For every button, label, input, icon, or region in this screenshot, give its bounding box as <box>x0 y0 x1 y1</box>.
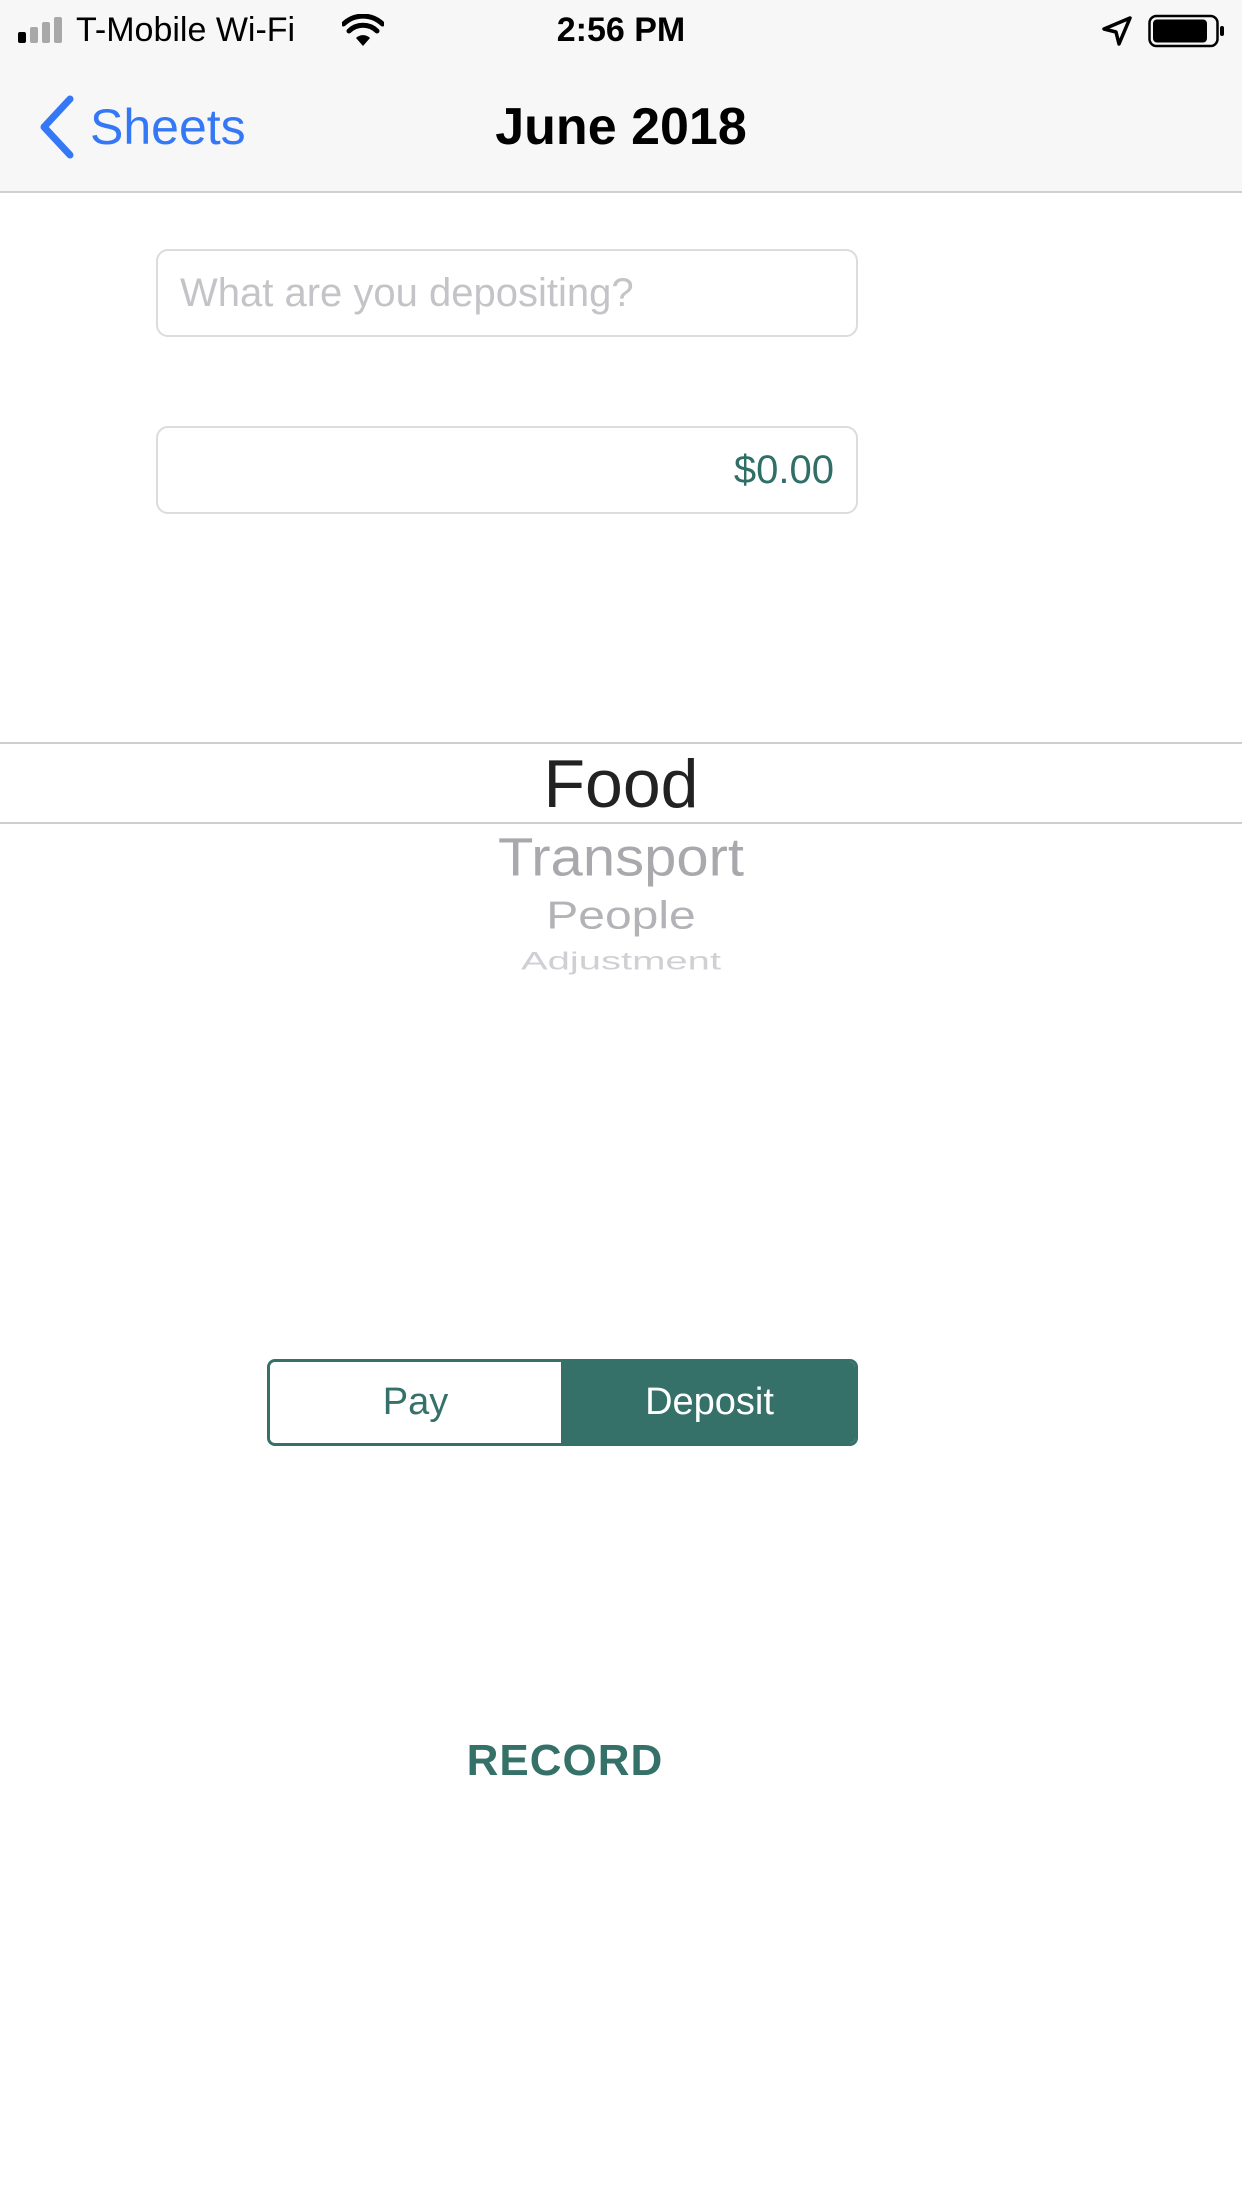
description-field[interactable] <box>156 249 858 337</box>
picker-item[interactable]: People <box>0 893 1242 939</box>
segment-deposit[interactable]: Deposit <box>561 1362 855 1443</box>
navigation-bar: Sheets June 2018 <box>0 62 1242 193</box>
picker-item-clip: Adjustment <box>0 946 1242 980</box>
category-picker[interactable]: Food Transport People Adjustment <box>0 700 1242 1000</box>
battery-icon <box>1148 14 1224 48</box>
picker-item[interactable]: Adjustment <box>0 946 1242 977</box>
amount-field[interactable] <box>156 426 858 514</box>
status-time: 2:56 PM <box>556 11 686 49</box>
amount-input[interactable] <box>158 428 856 512</box>
location-arrow-icon <box>1102 16 1132 46</box>
picker-item-selected[interactable]: Food <box>0 744 1242 824</box>
picker-item[interactable]: Transport <box>0 827 1242 890</box>
description-input[interactable] <box>158 251 856 335</box>
status-bar: T-Mobile Wi-Fi 2:56 PM <box>0 0 1242 62</box>
page-title: June 2018 <box>495 98 747 156</box>
transaction-type-segmented-control[interactable]: Pay Deposit <box>267 1359 858 1446</box>
record-button[interactable]: RECORD <box>0 1733 1130 1789</box>
segment-pay[interactable]: Pay <box>270 1362 561 1443</box>
